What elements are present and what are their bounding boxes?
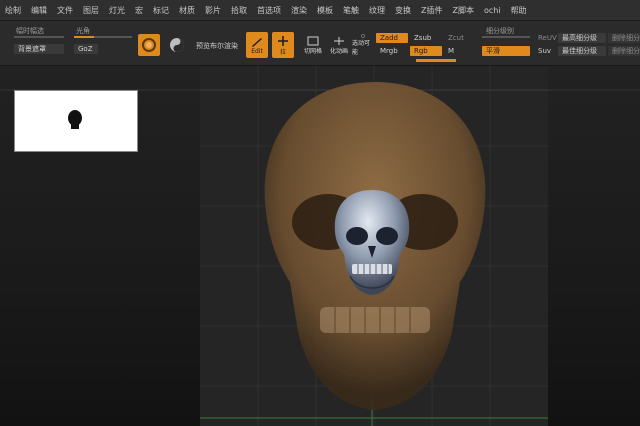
select-button-label: 选动可能 [352,40,371,56]
yin-yang-icon[interactable] [166,34,188,56]
menu-item-marker[interactable]: 标记 [148,5,174,16]
menu-item-stroke[interactable]: 笔触 [338,5,364,16]
toolbar: 幅时幅选 背景遮罩 光角 GoZ 预览布尔渲染 Edit 拉 切网格 化动画 选… [0,21,640,66]
select-icon[interactable]: 选动可能 [352,34,374,56]
menu-item-movie[interactable]: 影片 [200,5,226,16]
suv-button[interactable]: Suv [534,46,556,56]
timeline-slider[interactable] [14,36,64,38]
best-subdiv-button[interactable]: 最佳细分级 [558,46,606,56]
mrgb-button[interactable]: Mrgb [376,46,408,56]
edit-button-label: Edit [251,47,263,55]
menu-item-zscript[interactable]: Z脚本 [447,5,478,16]
delete-lower-button[interactable]: 删除细分 [608,33,640,43]
menu-bar: 绘制 编辑 文件 图层 灯光 宏 标记 材质 影片 拾取 首选项 渲染 模板 笔… [0,0,640,21]
menu-item-macro[interactable]: 宏 [130,5,148,16]
color-label: 光角 [76,27,90,35]
anim-icon[interactable]: 化动画 [328,34,350,56]
background-mask-button[interactable]: 背景遮罩 [14,44,64,54]
menu-item-layer[interactable]: 图层 [78,5,104,16]
rgb-intensity-slider[interactable] [416,59,456,62]
canvas-viewport[interactable] [0,66,640,426]
highest-subdiv-button[interactable]: 最高细分级 [558,33,606,43]
smooth-button[interactable]: 平滑 [482,46,530,56]
menu-item-light[interactable]: 灯光 [104,5,130,16]
color-slider-fill [74,36,94,38]
menu-item-template[interactable]: 模板 [312,5,338,16]
menu-item-ochi[interactable]: ochi [479,6,506,15]
selected-skull-model[interactable] [330,188,414,298]
move-button-label: 拉 [279,48,286,56]
zcut-button[interactable]: Zcut [444,33,466,43]
preview-boolean-label: 预览布尔渲染 [196,42,238,50]
menu-item-draw[interactable]: 绘制 [0,5,26,16]
zsub-button[interactable]: Zsub [410,33,440,43]
goz-button[interactable]: GoZ [74,44,98,54]
menu-item-preferences[interactable]: 首选项 [252,5,286,16]
navigator-thumbnail[interactable] [14,90,138,152]
menu-item-zplugin[interactable]: Z插件 [416,5,447,16]
rgb-button[interactable]: Rgb [410,46,442,56]
move-icon[interactable]: 拉 [272,32,294,58]
menu-item-texture[interactable]: 纹理 [364,5,390,16]
menu-item-transform[interactable]: 变换 [390,5,416,16]
edit-icon[interactable]: Edit [246,32,268,58]
menu-item-help[interactable]: 帮助 [506,5,532,16]
delete-higher-button[interactable]: 删除细分 [608,46,640,56]
menu-item-picker[interactable]: 拾取 [226,5,252,16]
zadd-button[interactable]: Zadd [376,33,408,43]
menu-item-file[interactable]: 文件 [52,5,78,16]
menu-item-edit[interactable]: 编辑 [26,5,52,16]
mesh-button-label: 切网格 [303,47,322,55]
material-sphere-icon[interactable] [138,34,160,56]
reuv-button[interactable]: ReUV [534,33,557,43]
menu-item-render[interactable]: 渲染 [286,5,312,16]
anim-button-label: 化动画 [329,47,348,55]
m-button[interactable]: M [444,46,458,56]
menu-item-material[interactable]: 材质 [174,5,200,16]
subdiv-label: 细分级别 [486,27,514,35]
subdiv-slider[interactable] [482,36,530,38]
mesh-icon[interactable]: 切网格 [302,34,324,56]
timeline-label: 幅时幅选 [16,27,44,35]
